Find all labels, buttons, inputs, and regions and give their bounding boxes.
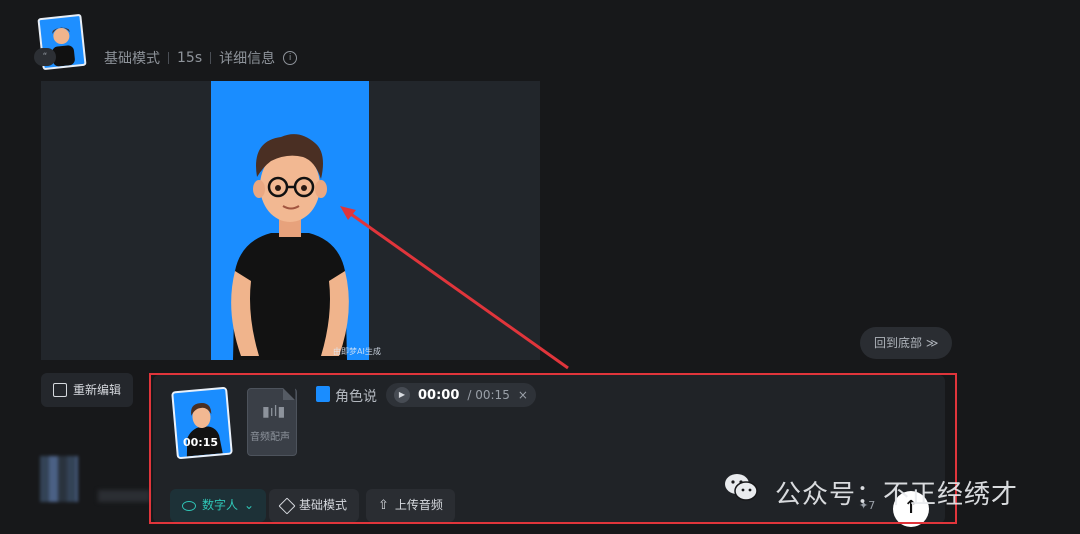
mode-label: 基础模式	[104, 51, 160, 67]
video-frame	[211, 81, 369, 360]
blurred-avatar	[40, 456, 78, 502]
edit-icon	[53, 383, 67, 397]
video-preview[interactable]: 由即梦AI生成	[41, 81, 540, 360]
blurred-username	[98, 490, 150, 502]
ai-watermark: 由即梦AI生成	[333, 347, 381, 356]
reedit-button[interactable]: 重新编辑	[41, 373, 134, 407]
back-to-bottom-button[interactable]: 回到底部 ≫	[860, 327, 953, 359]
details-link[interactable]: 详细信息	[219, 48, 275, 68]
quote-badge: “	[34, 48, 56, 66]
wechat-watermark-text: 公众号：不正经绣才	[775, 480, 1019, 510]
info-icon[interactable]: i	[283, 51, 298, 65]
divider	[210, 52, 212, 64]
wechat-logo-icon	[725, 474, 758, 501]
generation-meta: 基础模式 15s 详细信息 i	[104, 48, 298, 68]
character-illustration	[231, 134, 349, 360]
divider	[168, 52, 169, 64]
reedit-label: 重新编辑	[73, 383, 122, 397]
duration-label: 15s	[177, 50, 203, 66]
